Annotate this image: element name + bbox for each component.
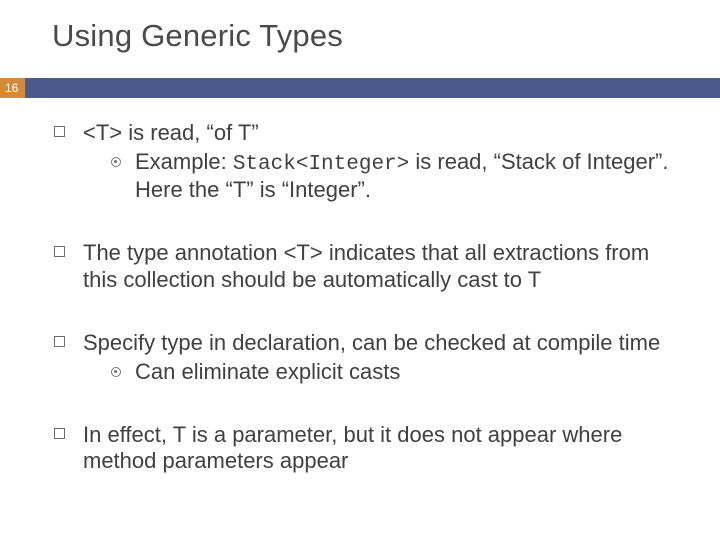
bullet-1-sub: Example: Stack<Integer> is read, “Stack … (83, 149, 678, 204)
square-bullet-icon (54, 246, 65, 257)
slide-title: Using Generic Types (0, 18, 720, 78)
header-bar: 16 (0, 78, 720, 98)
circle-bullet-icon (111, 367, 121, 377)
square-bullet-icon (54, 336, 65, 347)
bullet-2-text: The type annotation <T> indicates that a… (83, 240, 678, 294)
bullet-3-sub-text: Can eliminate explicit casts (135, 359, 678, 386)
page-number-badge: 16 (0, 78, 25, 98)
content-area: <T> is read, “of T” Example: Stack<Integ… (0, 98, 720, 475)
bullet-1: <T> is read, “of T” Example: Stack<Integ… (54, 120, 678, 204)
slide: Using Generic Types 16 <T> is read, “of … (0, 0, 720, 540)
bullet-1-body: <T> is read, “of T” Example: Stack<Integ… (83, 120, 678, 204)
circle-bullet-icon (111, 157, 121, 167)
bullet-4-text: In effect, T is a parameter, but it does… (83, 422, 678, 476)
bullet-1-sub-code: Stack<Integer> (233, 153, 409, 176)
bullet-1-sub-pre: Example: (135, 149, 233, 174)
square-bullet-icon (54, 126, 65, 137)
bullet-4: In effect, T is a parameter, but it does… (54, 422, 678, 476)
bullet-1-text: <T> is read, “of T” (83, 120, 259, 145)
bullet-1-sub-body: Example: Stack<Integer> is read, “Stack … (135, 149, 678, 204)
bullet-3-sub: Can eliminate explicit casts (83, 359, 678, 386)
square-bullet-icon (54, 428, 65, 439)
bullet-2: The type annotation <T> indicates that a… (54, 240, 678, 294)
bullet-3: Specify type in declaration, can be chec… (54, 330, 678, 386)
bullet-3-body: Specify type in declaration, can be chec… (83, 330, 678, 386)
bullet-3-text: Specify type in declaration, can be chec… (83, 330, 660, 355)
